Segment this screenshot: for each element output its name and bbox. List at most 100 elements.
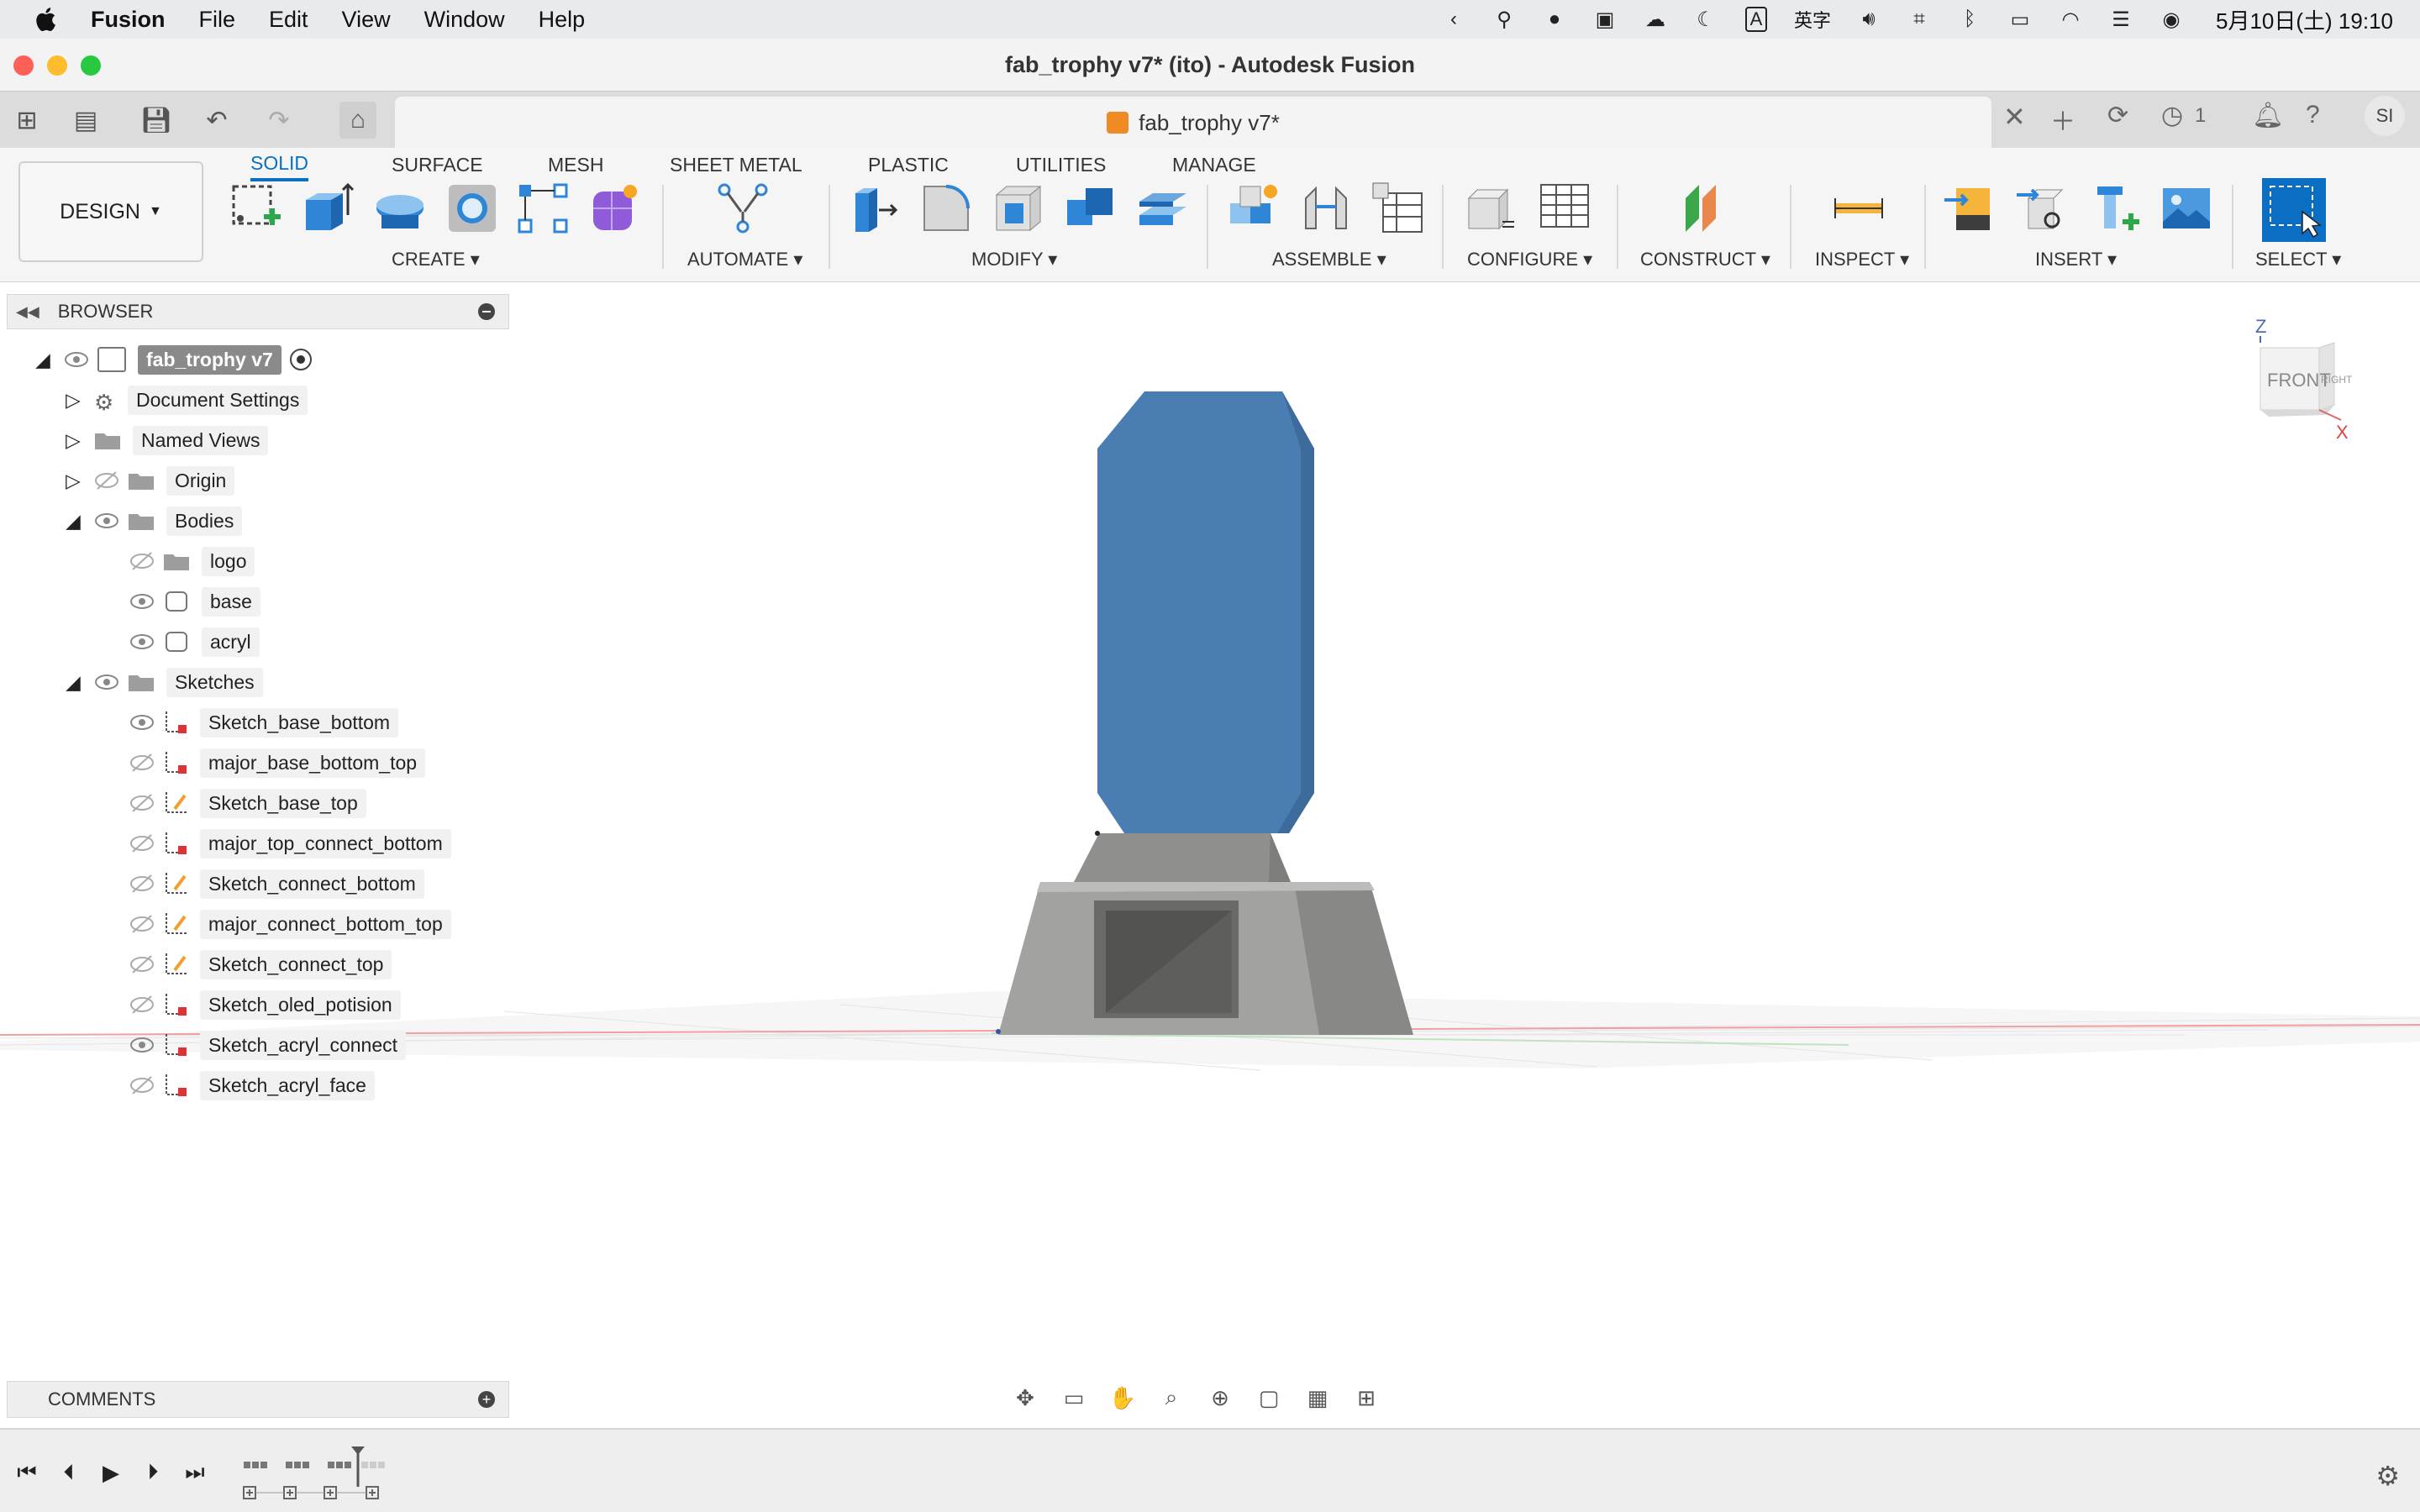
- new-component-icon[interactable]: [1227, 181, 1281, 235]
- comments-panel-header[interactable]: COMMENTS +: [7, 1381, 509, 1418]
- form-icon[interactable]: [588, 181, 642, 235]
- hidden-eye-icon[interactable]: [129, 551, 155, 571]
- sketch-item[interactable]: Sketch_oled_potision: [129, 988, 401, 1021]
- activate-radio-icon[interactable]: [289, 349, 312, 370]
- measure-icon[interactable]: [1832, 181, 1886, 235]
- look-at-icon[interactable]: ▭: [1057, 1381, 1091, 1415]
- undo-icon[interactable]: ↶: [198, 102, 235, 139]
- play-icon[interactable]: ▶: [96, 1460, 126, 1485]
- sketch-item[interactable]: Sketch_base_top: [129, 786, 366, 820]
- body-item-acryl[interactable]: acryl: [129, 625, 260, 659]
- tab-solid[interactable]: SOLID: [250, 148, 309, 181]
- insert-mcmaster-icon[interactable]: [2087, 181, 2141, 235]
- step-forward-icon[interactable]: ⏵: [138, 1459, 168, 1485]
- menubar-clock[interactable]: 5月10日(土) 19:10: [2216, 4, 2393, 35]
- hidden-eye-icon[interactable]: [129, 1075, 155, 1095]
- control-center-icon[interactable]: ☰: [2108, 7, 2133, 32]
- combine-icon[interactable]: [1064, 181, 1118, 235]
- tab-plastic[interactable]: PLASTIC: [868, 148, 949, 181]
- step-back-icon[interactable]: ⏴: [54, 1459, 84, 1485]
- tree-root-label[interactable]: fab_trophy v7: [138, 344, 281, 375]
- body-item-base[interactable]: base: [129, 585, 260, 618]
- hidden-eye-icon[interactable]: [129, 833, 155, 853]
- new-tab-icon[interactable]: ＋: [2050, 101, 2075, 138]
- input-method-label[interactable]: 英字: [1794, 6, 1831, 33]
- visibility-eye-icon[interactable]: [129, 591, 155, 612]
- visibility-eye-icon[interactable]: [94, 672, 119, 692]
- tab-sheet-metal[interactable]: SHEET METAL: [670, 148, 802, 181]
- moon-icon[interactable]: ☾: [1693, 7, 1718, 32]
- airpods-icon[interactable]: ⚲: [1491, 7, 1517, 32]
- go-to-end-icon[interactable]: ⏭: [180, 1459, 210, 1485]
- viewports-icon[interactable]: ⊞: [1349, 1381, 1383, 1415]
- tree-root[interactable]: ◢ fab_trophy v7: [34, 343, 312, 376]
- expanded-triangle-icon[interactable]: ◢: [64, 671, 82, 693]
- hidden-eye-icon[interactable]: [129, 753, 155, 773]
- siri-icon[interactable]: ◉: [2159, 7, 2184, 32]
- fit-zoom-icon[interactable]: ⊕: [1203, 1381, 1237, 1415]
- display-settings-icon[interactable]: ▢: [1252, 1381, 1286, 1415]
- menu-file[interactable]: File: [199, 7, 236, 33]
- group-inspect[interactable]: INSPECT ▾: [1815, 249, 1909, 270]
- group-create[interactable]: CREATE ▾: [392, 249, 480, 270]
- sketch-item[interactable]: Sketch_connect_bottom: [129, 867, 424, 900]
- hidden-eye-icon[interactable]: [94, 470, 119, 491]
- home-icon[interactable]: ⌂: [339, 102, 376, 139]
- tree-item-sketches[interactable]: ◢ Sketches: [64, 665, 263, 699]
- user-avatar[interactable]: SI: [2365, 96, 2405, 136]
- expanded-triangle-icon[interactable]: ◢: [34, 349, 52, 370]
- shell-icon[interactable]: [992, 181, 1045, 235]
- group-modify[interactable]: MODIFY ▾: [971, 249, 1057, 270]
- body-item-logo[interactable]: logo: [129, 544, 255, 578]
- fillet-icon[interactable]: [919, 181, 973, 235]
- press-pull-icon[interactable]: [847, 181, 901, 235]
- sketch-item[interactable]: Sketch_acryl_face: [129, 1068, 375, 1102]
- chevron-left-icon[interactable]: ‹: [1441, 7, 1466, 32]
- close-tab-icon[interactable]: ✕: [2003, 101, 2026, 133]
- volume-icon[interactable]: 🔊︎: [1856, 7, 1881, 32]
- cloud-icon[interactable]: ☁: [1643, 7, 1668, 32]
- document-tab[interactable]: fab_trophy v7*: [395, 97, 1991, 149]
- sketch-item[interactable]: major_connect_bottom_top: [129, 907, 451, 941]
- extrude-icon[interactable]: [301, 181, 355, 235]
- job-status-icon[interactable]: ◷: [2161, 101, 2183, 130]
- insert-derive-icon[interactable]: [2015, 181, 2069, 235]
- hole-icon[interactable]: [445, 181, 499, 235]
- sketch-item[interactable]: major_top_connect_bottom: [129, 827, 451, 860]
- sketch-item[interactable]: Sketch_acryl_connect: [129, 1028, 407, 1062]
- go-to-start-icon[interactable]: ⏮: [12, 1459, 42, 1485]
- battery-icon[interactable]: ▭: [2007, 7, 2033, 32]
- zoom-window-button[interactable]: [81, 55, 101, 76]
- extensions-icon[interactable]: ⟳: [2107, 101, 2128, 130]
- pan-hand-icon[interactable]: ✋: [1106, 1381, 1139, 1415]
- automate-icon[interactable]: [716, 181, 770, 235]
- menu-help[interactable]: Help: [539, 7, 586, 33]
- hidden-eye-icon[interactable]: [129, 793, 155, 813]
- input-method-icon[interactable]: A: [1744, 7, 1769, 32]
- workspace-switcher[interactable]: DESIGN ▼: [18, 161, 203, 262]
- configuration-table-icon[interactable]: [1538, 181, 1591, 235]
- hidden-eye-icon[interactable]: [129, 995, 155, 1015]
- bluetooth-icon[interactable]: ᛒ: [1957, 7, 1982, 32]
- tree-item-bodies[interactable]: ◢ Bodies: [64, 504, 243, 538]
- group-insert[interactable]: INSERT ▾: [2035, 249, 2117, 270]
- app-grid-icon[interactable]: ⊞: [8, 102, 45, 139]
- menu-window[interactable]: Window: [424, 7, 505, 33]
- wifi-icon[interactable]: ◠: [2058, 7, 2083, 32]
- redo-icon[interactable]: ↷: [260, 102, 297, 139]
- timeline-features[interactable]: [240, 1445, 408, 1504]
- zoom-icon[interactable]: ⌕: [1155, 1381, 1188, 1415]
- create-sketch-icon[interactable]: [229, 181, 282, 235]
- visibility-eye-icon[interactable]: [94, 511, 119, 531]
- menu-edit[interactable]: Edit: [269, 7, 308, 33]
- configure-icon[interactable]: [1464, 181, 1518, 235]
- offset-face-icon[interactable]: [1136, 181, 1190, 235]
- group-select[interactable]: SELECT ▾: [2255, 249, 2341, 270]
- group-automate[interactable]: AUTOMATE ▾: [687, 249, 802, 270]
- sketch-item[interactable]: Sketch_base_bottom: [129, 706, 399, 739]
- timeline-settings-gear-icon[interactable]: ⚙: [2375, 1460, 2400, 1492]
- offset-plane-icon[interactable]: [1677, 181, 1731, 235]
- screen-mirror-icon[interactable]: ⌗: [1907, 7, 1932, 32]
- file-menu-icon[interactable]: ▤: [67, 102, 104, 139]
- group-configure[interactable]: CONFIGURE ▾: [1467, 249, 1592, 270]
